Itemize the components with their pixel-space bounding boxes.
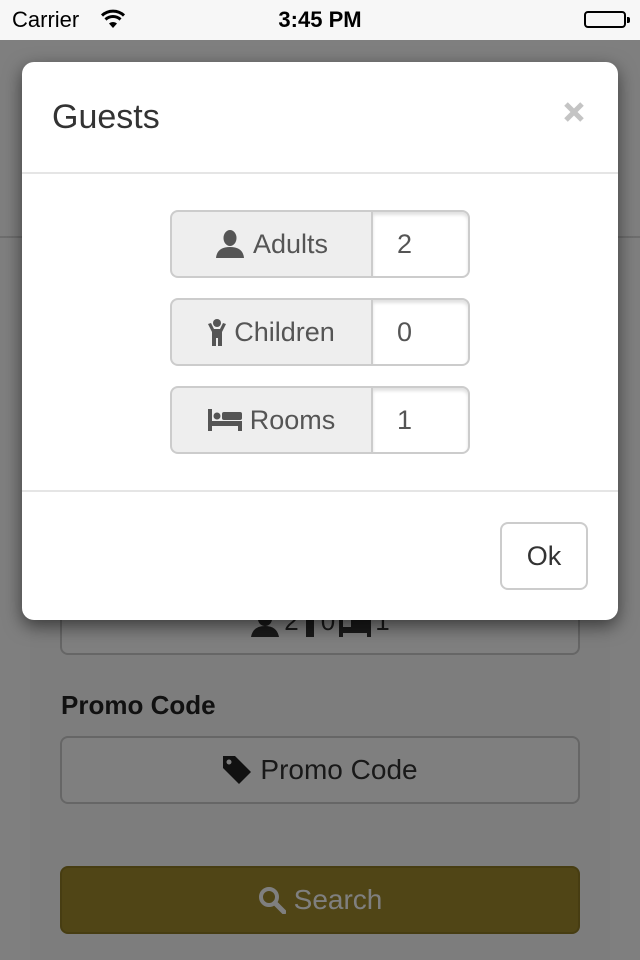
user-icon: [215, 230, 245, 258]
adults-label: Adults: [252, 228, 329, 259]
children-label: Children: [234, 316, 335, 347]
modal-footer: Ok: [22, 492, 618, 620]
children-input[interactable]: 0: [371, 298, 470, 366]
close-icon[interactable]: [560, 98, 588, 126]
adults-input[interactable]: 2: [371, 210, 470, 278]
children-input-group: Children 0: [170, 298, 470, 366]
rooms-label: Rooms: [249, 404, 336, 435]
status-bar: Carrier 3:45 PM: [0, 0, 640, 40]
modal-title: Guests: [52, 98, 160, 136]
guests-modal: Guests Adults 2 Children 0 Rooms 1 Ok: [22, 62, 618, 620]
bed-icon: [207, 409, 242, 431]
rooms-input-group: Rooms 1: [170, 386, 470, 454]
modal-body: Adults 2 Children 0 Rooms 1: [22, 174, 618, 492]
adults-input-group: Adults 2: [170, 210, 470, 278]
rooms-input[interactable]: 1: [371, 386, 470, 454]
children-addon: Children: [170, 298, 371, 366]
adults-addon: Adults: [170, 210, 371, 278]
ok-button[interactable]: Ok: [500, 522, 588, 590]
child-icon: [208, 318, 227, 346]
rooms-addon: Rooms: [170, 386, 371, 454]
battery-icon: [584, 11, 630, 28]
clock: 3:45 PM: [278, 7, 362, 32]
modal-header: Guests: [22, 62, 618, 174]
